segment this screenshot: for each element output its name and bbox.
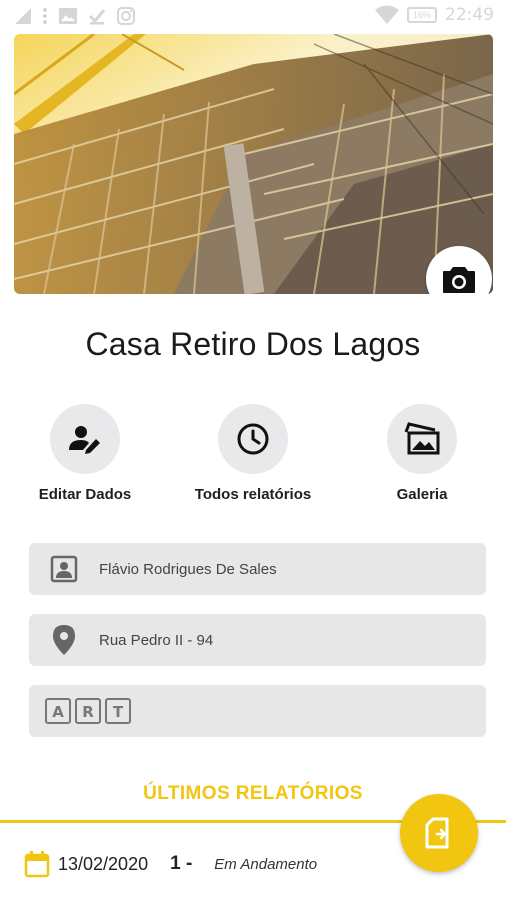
new-report-fab[interactable] bbox=[400, 794, 478, 872]
calendar-icon bbox=[24, 851, 50, 878]
status-time: 22:49 bbox=[445, 5, 494, 25]
clock-icon bbox=[237, 423, 269, 455]
project-title: Casa Retiro Dos Lagos bbox=[85, 326, 421, 362]
wifi-icon bbox=[374, 5, 399, 24]
gallery-label: Galeria bbox=[396, 486, 448, 503]
system-indicators: 16% 22:49 bbox=[374, 5, 494, 25]
image-icon bbox=[59, 8, 77, 24]
gallery-action[interactable]: Galeria bbox=[342, 404, 502, 503]
add-document-icon bbox=[425, 817, 449, 849]
more-vert-icon bbox=[43, 8, 47, 24]
all-reports-button[interactable] bbox=[218, 404, 288, 474]
contact-icon bbox=[29, 555, 99, 583]
signal-icon bbox=[15, 8, 31, 24]
all-reports-action[interactable]: Todos relatórios bbox=[173, 404, 333, 503]
svg-text:A: A bbox=[52, 703, 64, 721]
owner-field[interactable]: Flávio Rodrigues De Sales bbox=[29, 543, 486, 595]
notification-icons bbox=[14, 6, 136, 26]
edit-data-button[interactable] bbox=[50, 404, 120, 474]
instagram-icon bbox=[117, 7, 135, 25]
status-bar: 16% 22:49 bbox=[0, 0, 506, 34]
owner-name: Flávio Rodrigues De Sales bbox=[99, 560, 277, 578]
report-number: 1 - bbox=[170, 853, 193, 874]
svg-text:T: T bbox=[113, 703, 124, 721]
report-item[interactable]: 13/02/2020 1 - Em Andamento bbox=[24, 846, 317, 882]
location-pin-icon bbox=[29, 624, 99, 656]
art-field[interactable]: A R T bbox=[29, 685, 486, 737]
art-icon: A R T bbox=[29, 697, 139, 725]
gallery-icon bbox=[404, 422, 440, 455]
edit-data-label: Editar Dados bbox=[38, 486, 132, 503]
edit-data-action[interactable]: Editar Dados bbox=[5, 404, 165, 503]
project-cover-image bbox=[14, 34, 493, 294]
camera-icon bbox=[443, 267, 475, 293]
gallery-button[interactable] bbox=[387, 404, 457, 474]
all-reports-label: Todos relatórios bbox=[194, 486, 312, 503]
report-date: 13/02/2020 bbox=[58, 853, 149, 874]
construction-illustration bbox=[14, 34, 493, 294]
address-text: Rua Pedro II - 94 bbox=[99, 631, 214, 649]
download-done-icon bbox=[88, 9, 106, 25]
report-status: Em Andamento bbox=[214, 855, 318, 873]
address-field[interactable]: Rua Pedro II - 94 bbox=[29, 614, 486, 666]
battery-indicator: 16% bbox=[406, 7, 437, 23]
edit-person-icon bbox=[69, 426, 100, 454]
svg-text:R: R bbox=[82, 703, 94, 721]
